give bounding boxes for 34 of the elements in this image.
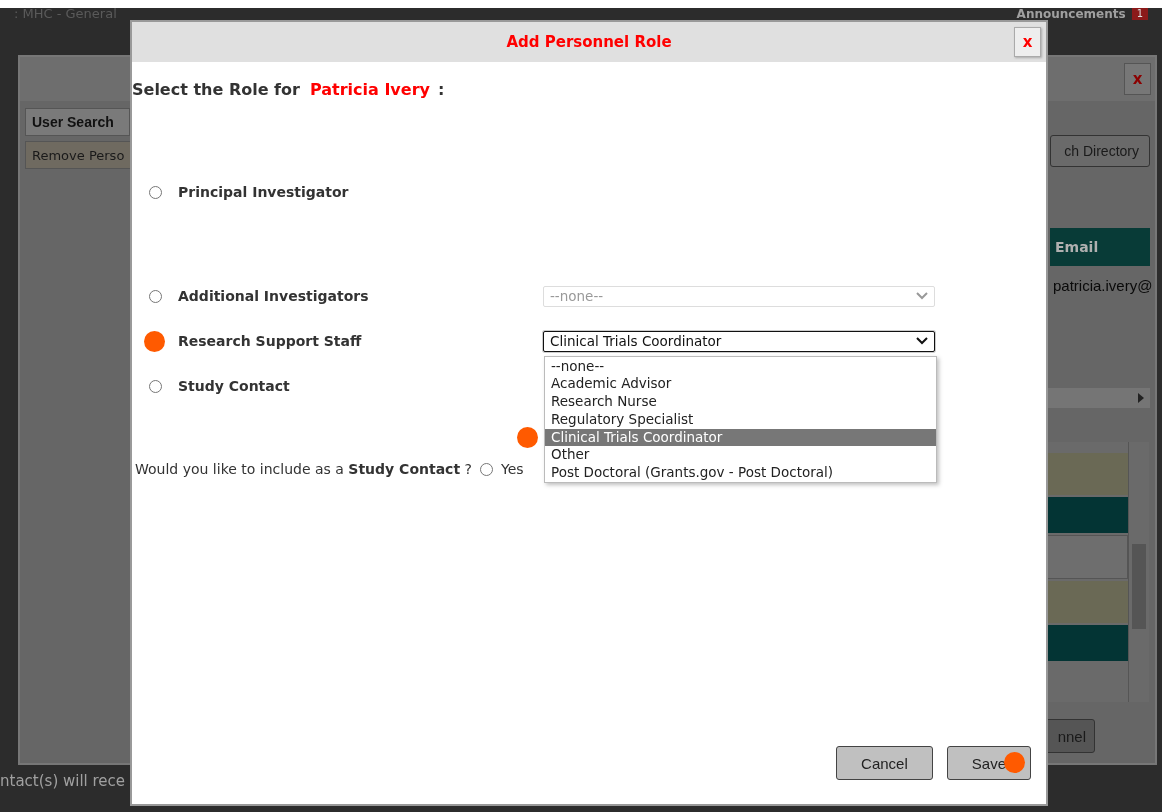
announcement-count: 1 bbox=[1131, 8, 1148, 20]
role-radio[interactable] bbox=[149, 289, 162, 303]
role-dropdown[interactable]: Clinical Trials Coordinator bbox=[543, 330, 935, 352]
dropdown-option[interactable]: Research Nurse bbox=[545, 393, 936, 411]
role-radio[interactable] bbox=[149, 379, 162, 393]
email-cell: patricia.ivery@ bbox=[1053, 277, 1153, 294]
study-contact-question: Would you like to include as a Study Contact ? bbox=[135, 461, 472, 477]
save-button[interactable]: Save bbox=[946, 746, 1031, 780]
dropdown-option[interactable]: --none-- bbox=[545, 357, 936, 376]
dropdown-option[interactable]: Post Doctoral (Grants.gov - Post Doctoral) bbox=[545, 464, 936, 483]
prompt-colon: : bbox=[437, 80, 445, 99]
right-arrow-icon[interactable] bbox=[1138, 393, 1144, 403]
dropdown-option[interactable]: Clinical Trials Coordinator bbox=[545, 428, 936, 447]
cancel-button[interactable]: Cancel bbox=[836, 746, 933, 780]
dropdown-option[interactable]: Academic Advisor bbox=[545, 375, 936, 394]
dropdown-option[interactable]: Regulatory Specialist bbox=[545, 410, 936, 429]
page-footer-text: ntact(s) will rece bbox=[0, 772, 126, 790]
yes-radio[interactable] bbox=[480, 462, 493, 476]
announcements-link[interactable]: Announcements bbox=[1016, 8, 1126, 20]
scrollbar[interactable] bbox=[1128, 442, 1149, 702]
role-label: Additional Investigators bbox=[178, 288, 370, 304]
chevron-icon bbox=[916, 292, 928, 300]
role-label: Study Contact bbox=[178, 378, 291, 394]
role-label: Research Support Staff bbox=[178, 333, 363, 349]
role-radio[interactable] bbox=[149, 185, 162, 199]
yes-label: Yes bbox=[501, 461, 524, 477]
role-prompt: Select the Role for bbox=[132, 80, 300, 99]
role-label: Principal Investigator bbox=[178, 184, 350, 200]
user-search-tab[interactable]: User Search bbox=[25, 108, 130, 136]
dropdown-option[interactable]: Other bbox=[545, 446, 936, 465]
column-header: Email bbox=[1050, 228, 1150, 266]
person-name: Patricia Ivery bbox=[309, 80, 430, 99]
dialog-title: Add Personnel Role bbox=[506, 33, 672, 51]
chevron-icon bbox=[916, 337, 928, 345]
